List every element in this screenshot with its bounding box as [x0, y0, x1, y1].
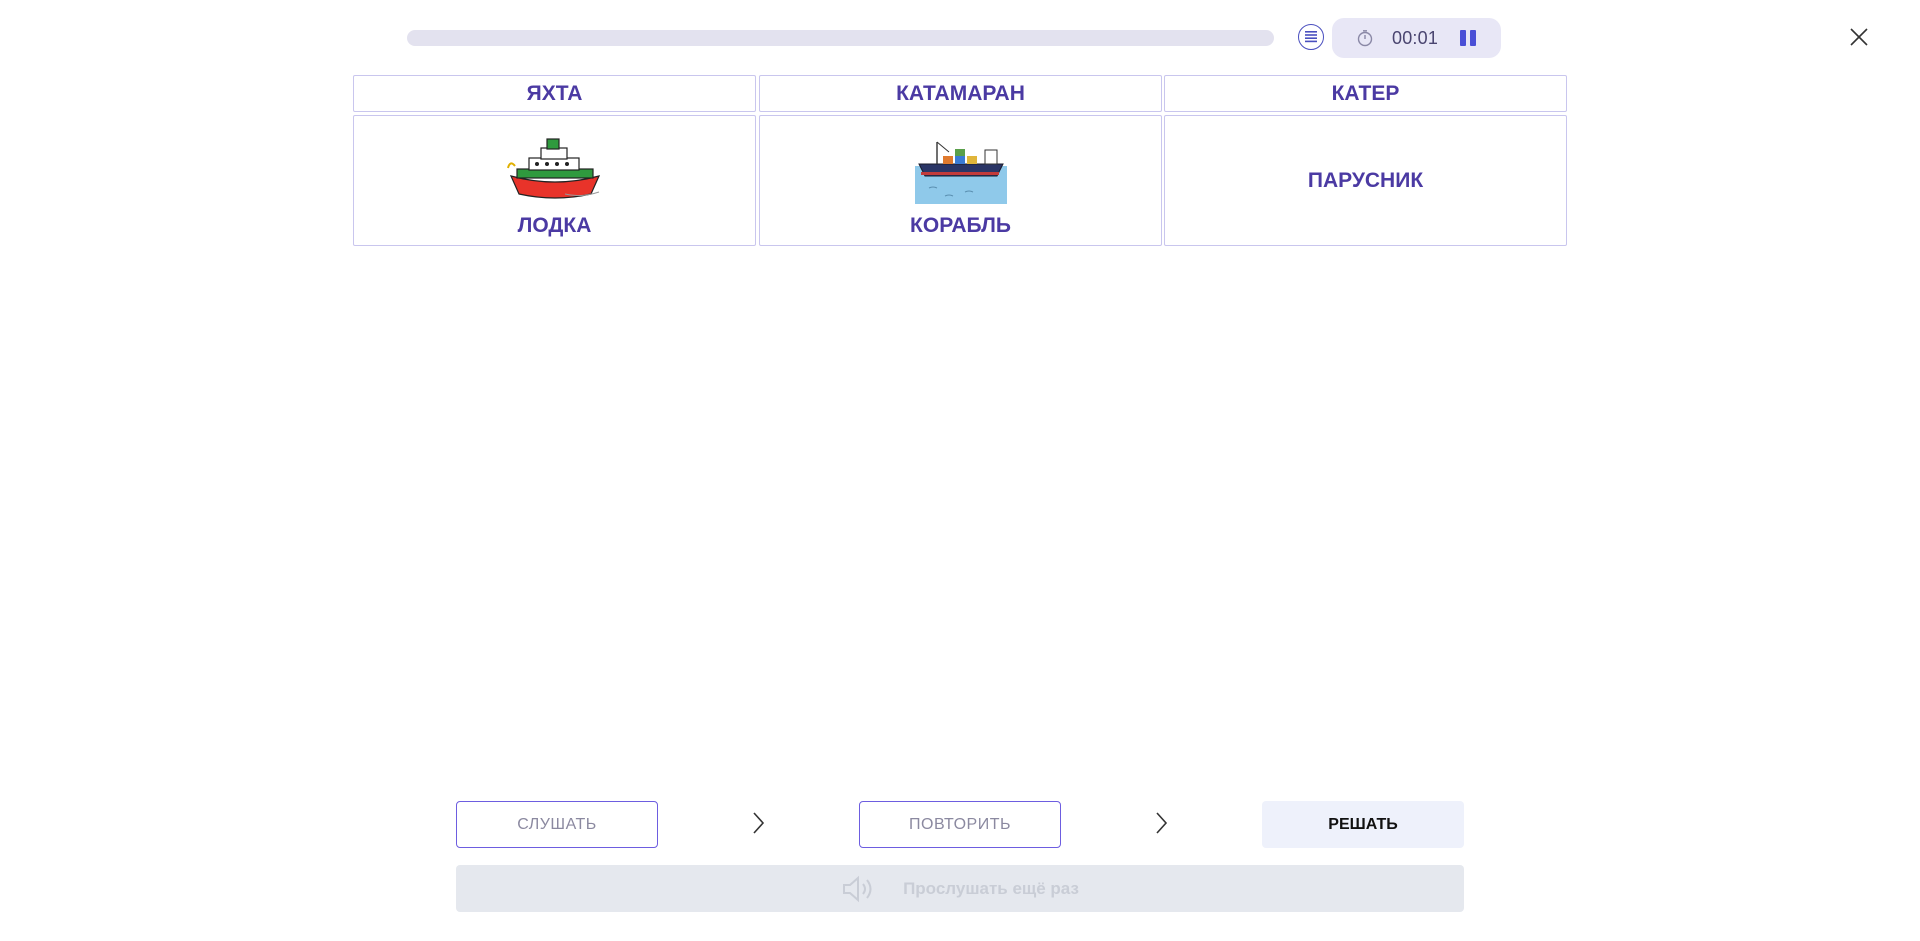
close-icon[interactable] [1847, 25, 1871, 49]
progress-bar [407, 30, 1274, 46]
column-header-yacht: ЯХТА [353, 75, 756, 112]
solve-button[interactable]: РЕШАТЬ [1262, 801, 1464, 848]
task-list-button[interactable] [1298, 24, 1324, 50]
card-sailboat[interactable]: ПАРУСНИК [1164, 115, 1567, 246]
cargo-ship-icon [914, 141, 1007, 204]
stopwatch-icon [1357, 30, 1373, 47]
listen-again-label: Прослушать ещё раз [903, 878, 1079, 898]
speaker-icon [843, 875, 872, 902]
column-header-catamaran: КАТАМАРАН [759, 75, 1162, 112]
list-icon [1305, 31, 1317, 43]
listen-again-button[interactable]: Прослушать ещё раз [456, 865, 1464, 912]
exercise-screen: 00:01 ЯХТА КАТАМАРАН КАТЕР ЛОДКА КОРАБЛЬ… [0, 0, 1920, 941]
card-label: ПАРУСНИК [1307, 168, 1424, 192]
timer: 00:01 [1332, 18, 1501, 58]
chevron-right-icon [1156, 812, 1168, 834]
column-header-motorboat: КАТЕР [1164, 75, 1567, 112]
ferry-boat-icon [506, 138, 600, 199]
card-label: КОРАБЛЬ [910, 214, 1011, 237]
card-ship[interactable]: КОРАБЛЬ [759, 115, 1162, 246]
card-label: ЛОДКА [517, 214, 592, 237]
card-boat[interactable]: ЛОДКА [353, 115, 756, 246]
repeat-button[interactable]: ПОВТОРИТЬ [859, 801, 1061, 848]
timer-value: 00:01 [1392, 28, 1439, 48]
listen-button[interactable]: СЛУШАТЬ [456, 801, 658, 848]
chevron-right-icon [753, 812, 765, 834]
pause-icon[interactable] [1460, 30, 1476, 46]
